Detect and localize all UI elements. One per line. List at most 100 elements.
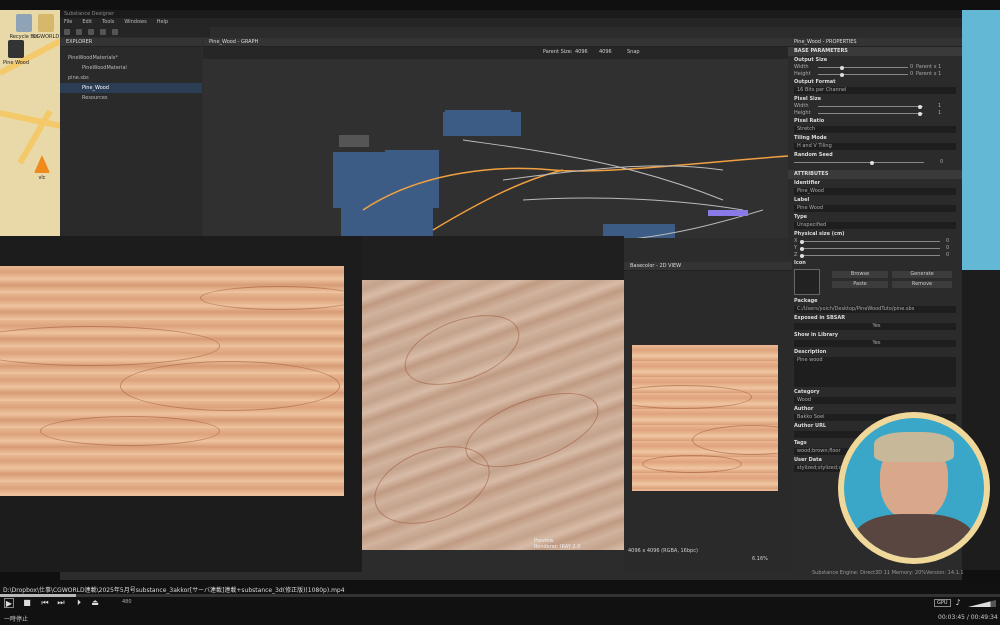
desktop-edge bbox=[962, 10, 1000, 270]
3d-view-wood[interactable]: Preview Renderer: IRAY 2.0 bbox=[362, 280, 624, 550]
type-select[interactable]: Unspecified bbox=[794, 222, 956, 229]
tree-item-selected[interactable]: Pine_Wood bbox=[60, 83, 202, 93]
exposed-select[interactable]: Yes bbox=[794, 323, 956, 330]
output-format-label: Output Format bbox=[794, 79, 836, 85]
menu-bar: File Edit Tools Windows Help bbox=[60, 18, 962, 27]
label-label: Label bbox=[794, 197, 810, 203]
pixel-height-value: 1 bbox=[938, 110, 942, 116]
physical-size-x[interactable]: X0 bbox=[788, 238, 962, 245]
pixel-width-slider[interactable] bbox=[818, 104, 923, 109]
remove-button[interactable]: Remove bbox=[892, 281, 952, 288]
vlc-icon[interactable]: vlc bbox=[20, 155, 60, 181]
parent-size-width[interactable]: 4096 bbox=[575, 49, 588, 55]
stop-icon[interactable]: ■ bbox=[22, 598, 32, 608]
zoom-level[interactable]: 6.16% bbox=[752, 556, 768, 562]
output-width-row: Width 0 Parent x 1 bbox=[788, 64, 962, 71]
pixel-width-row: Width 1 bbox=[788, 103, 962, 110]
parent-size-height[interactable]: 4096 bbox=[599, 49, 612, 55]
pixel-size-label: Pixel Size bbox=[794, 96, 822, 102]
tree-item[interactable]: PineWoodMaterial bbox=[60, 63, 202, 73]
menu-help[interactable]: Help bbox=[157, 18, 168, 27]
shirt bbox=[854, 514, 974, 558]
pixel-height-label: Height bbox=[794, 110, 811, 116]
identifier-label: Identifier bbox=[794, 180, 821, 186]
menu-file[interactable]: File bbox=[64, 18, 72, 27]
label-field[interactable]: Pine Wood bbox=[794, 205, 956, 212]
desktop-icon-label: Pine Wood bbox=[2, 60, 30, 66]
pixel-height-slider[interactable] bbox=[818, 111, 923, 116]
menu-windows[interactable]: Windows bbox=[124, 18, 146, 27]
speed-label[interactable]: 480 bbox=[122, 599, 132, 605]
tree-item[interactable]: Resources bbox=[60, 93, 202, 103]
graph-toolbar: Parent Size: 4096 4096 Snap bbox=[203, 47, 788, 59]
output-format-select[interactable]: 16 Bits per Channel bbox=[794, 87, 956, 94]
physical-size-label: Physical size (cm) bbox=[794, 231, 845, 237]
width-value: Parent x 1 bbox=[916, 64, 942, 70]
browse-button[interactable]: Browse bbox=[832, 271, 888, 278]
properties-title: Pine_Wood - PROPERTIES bbox=[788, 38, 962, 47]
type-label: Type bbox=[794, 214, 808, 220]
category-label: Category bbox=[794, 389, 820, 395]
author-label: Author bbox=[794, 406, 814, 412]
previous-icon[interactable]: ⏮ bbox=[40, 598, 50, 608]
2d-view-texture[interactable] bbox=[632, 345, 778, 491]
random-seed-slider[interactable] bbox=[794, 160, 924, 165]
eject-icon[interactable]: ⏏ bbox=[90, 598, 100, 608]
seek-bar[interactable] bbox=[0, 594, 1000, 597]
physical-size-y[interactable]: Y0 bbox=[788, 245, 962, 252]
file-icon[interactable]: Pine Wood bbox=[0, 40, 38, 66]
output-size-label: Output Size bbox=[794, 57, 828, 63]
tree-item[interactable]: PineWoodMaterials* bbox=[60, 53, 202, 63]
identifier-field[interactable]: Pine_Wood bbox=[794, 188, 956, 195]
pixel-height-row: Height 1 bbox=[788, 110, 962, 117]
texture-info: 4096 x 4096 (RGBA, 16bpc) bbox=[628, 548, 698, 554]
window-title: Substance Designer bbox=[60, 10, 962, 18]
icon-label: Icon bbox=[794, 260, 806, 266]
package-field: C:/Users/yoich/Desktop/PineWoodTuto/pine… bbox=[794, 306, 956, 313]
description-field[interactable]: Pine wood bbox=[794, 357, 956, 387]
explorer-title: EXPLORER bbox=[60, 38, 202, 47]
renderer-label: Renderer: IRAY 2.0 bbox=[534, 544, 581, 550]
paste-button[interactable]: Paste bbox=[832, 281, 888, 288]
height-label: Height bbox=[794, 71, 811, 77]
tiling-mode-select[interactable]: H and V Tiling bbox=[794, 143, 956, 150]
menu-tools[interactable]: Tools bbox=[102, 18, 114, 27]
folder-icon[interactable]: CGWORLD bbox=[24, 14, 60, 40]
pixel-ratio-label: Pixel Ratio bbox=[794, 118, 825, 124]
player-status: 一時停止 bbox=[4, 616, 29, 623]
undo-icon[interactable] bbox=[100, 29, 106, 35]
save-icon[interactable] bbox=[88, 29, 94, 35]
volume-icon[interactable]: ♪ bbox=[953, 598, 963, 608]
attributes-header[interactable]: ATTRIBUTES bbox=[788, 170, 962, 179]
generate-button[interactable]: Generate bbox=[892, 271, 952, 278]
play-icon[interactable]: ▶ bbox=[4, 598, 14, 608]
new-icon[interactable] bbox=[64, 29, 70, 35]
redo-icon[interactable] bbox=[112, 29, 118, 35]
3d-view-top bbox=[362, 236, 624, 280]
wood-texture-large[interactable] bbox=[0, 266, 344, 496]
output-width-slider[interactable] bbox=[818, 65, 908, 70]
menu-edit[interactable]: Edit bbox=[82, 18, 92, 27]
pixel-ratio-select[interactable]: Stretch bbox=[794, 126, 956, 133]
output-height-slider[interactable] bbox=[818, 72, 908, 77]
frame-step-icon[interactable]: ⏵ bbox=[74, 598, 84, 608]
graph-panel[interactable]: Pine_Wood - GRAPH Parent Size: 4096 4096… bbox=[203, 38, 788, 238]
snap-toggle[interactable]: Snap bbox=[627, 49, 640, 55]
open-icon[interactable] bbox=[76, 29, 82, 35]
height-num: 0 bbox=[910, 71, 914, 77]
show-library-select[interactable]: Yes bbox=[794, 340, 956, 347]
base-parameters-header[interactable]: BASE PARAMETERS bbox=[788, 47, 962, 56]
version-status: Version: 14.1.1 bbox=[926, 570, 964, 576]
pixel-width-label: Width bbox=[794, 103, 809, 109]
next-icon[interactable]: ⏭ bbox=[56, 598, 66, 608]
physical-size-z[interactable]: Z0 bbox=[788, 252, 962, 259]
node-graph[interactable] bbox=[203, 60, 788, 238]
category-field[interactable]: Wood bbox=[794, 397, 956, 404]
gpu-button[interactable]: GPU bbox=[934, 599, 951, 607]
package-label: Package bbox=[794, 298, 818, 304]
output-height-row: Height 0 Parent x 1 bbox=[788, 71, 962, 78]
tiling-mode-label: Tiling Mode bbox=[794, 135, 827, 141]
hair bbox=[874, 432, 954, 462]
file-path: D:\Dropbox\仕事\CGWORLD連載\2025年5月号substanc… bbox=[3, 587, 345, 594]
tree-item[interactable]: pine.sbs bbox=[60, 73, 202, 83]
